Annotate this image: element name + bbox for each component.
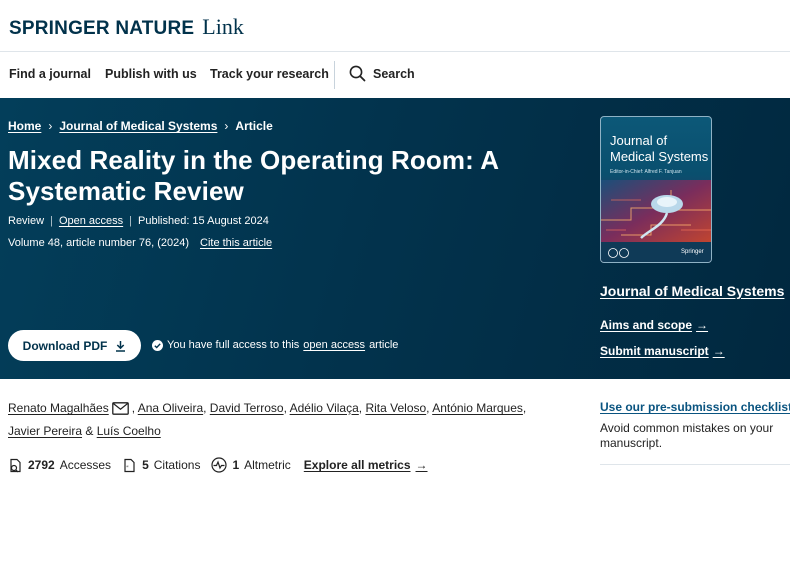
- citations-label: Citations: [153, 458, 201, 472]
- chevron-right-icon: ›: [48, 119, 53, 133]
- author-separator: &: [82, 424, 97, 438]
- arrow-right-icon: →: [712, 344, 725, 358]
- author-link[interactable]: Rita Veloso: [365, 401, 426, 415]
- logo-product-text: Link: [202, 14, 244, 39]
- accesses-metric: 2792 Accesses: [8, 458, 111, 473]
- cover-badges-icon: [608, 248, 629, 258]
- nav-publish-with-us[interactable]: Publish with us: [105, 67, 197, 81]
- citations-icon: “: [124, 458, 135, 472]
- nav-find-journal[interactable]: Find a journal: [9, 67, 91, 81]
- author-link[interactable]: Renato Magalhães: [8, 401, 109, 415]
- volume-info: Volume 48, article number 76, (2024): [8, 237, 189, 249]
- nav-track-research[interactable]: Track your research: [210, 67, 329, 81]
- access-prefix: You have full access to this: [167, 339, 300, 351]
- article-volume-row: Volume 48, article number 76, (2024) Cit…: [8, 237, 272, 249]
- breadcrumb-home[interactable]: Home: [8, 119, 41, 133]
- sidebar-divider: [600, 464, 790, 465]
- submit-manuscript-link[interactable]: Submit manuscript →: [600, 344, 725, 358]
- download-pdf-button[interactable]: Download PDF: [8, 330, 141, 361]
- search-label: Search: [373, 66, 415, 81]
- cover-publisher: Springer: [681, 249, 704, 255]
- aims-scope-label: Aims and scope: [600, 318, 693, 332]
- journal-cover[interactable]: Journal of Medical Systems Editor-in-Chi…: [600, 116, 712, 263]
- site-header: SPRINGER NATURE Link: [0, 0, 790, 52]
- access-open-access-link[interactable]: open access: [303, 339, 365, 351]
- nav-divider: [334, 61, 335, 89]
- altmetric-icon: [211, 457, 228, 473]
- breadcrumb-current: Article: [235, 119, 273, 133]
- cover-title: Journal of Medical Systems: [610, 133, 708, 165]
- main-nav: Find a journal Publish with us Track you…: [0, 52, 790, 98]
- breadcrumb-journal[interactable]: Journal of Medical Systems: [59, 119, 217, 133]
- logo-brand-text: SPRINGER NATURE: [9, 18, 195, 39]
- altmetric-label: Altmetric: [244, 458, 291, 472]
- cover-title-line1: Journal of: [610, 133, 668, 148]
- article-type: Review: [8, 215, 45, 227]
- cite-article-link[interactable]: Cite this article: [200, 237, 272, 249]
- explore-metrics-link[interactable]: Explore all metrics →: [304, 458, 428, 472]
- presubmission-checklist-promo: Use our pre-submission checklist → Avoid…: [600, 398, 790, 451]
- accesses-icon: [10, 458, 21, 472]
- citations-count: 5: [142, 458, 149, 472]
- article-metrics: 2792 Accesses “ 5 Citations 1 Altmetric …: [8, 457, 428, 473]
- accesses-label: Accesses: [59, 458, 112, 472]
- svg-text:“: “: [127, 466, 129, 472]
- published-date: Published: 15 August 2024: [138, 215, 269, 227]
- author-link[interactable]: António Marques: [432, 401, 523, 415]
- access-suffix: article: [369, 339, 399, 351]
- springer-nature-link-logo[interactable]: SPRINGER NATURE Link: [9, 14, 244, 40]
- author-separator: ,: [522, 401, 527, 415]
- sidebar-journal-title[interactable]: Journal of Medical Systems: [600, 283, 784, 299]
- accesses-count: 2792: [28, 458, 55, 472]
- presubmission-checklist-link[interactable]: Use our pre-submission checklist →: [600, 400, 790, 414]
- cover-title-line2: Medical Systems: [610, 149, 709, 164]
- altmetric-metric: 1 Altmetric: [211, 457, 291, 473]
- mail-icon[interactable]: [111, 402, 129, 415]
- author-link[interactable]: Adélio Vilaça: [290, 401, 359, 415]
- checklist-description: Avoid common mistakes on your manuscript…: [600, 421, 774, 450]
- checklist-link-label: Use our pre-submission checklist: [600, 400, 790, 414]
- article-hero: Home › Journal of Medical Systems › Arti…: [0, 98, 790, 379]
- article-title: Mixed Reality in the Operating Room: A S…: [8, 145, 499, 206]
- arrow-right-icon: →: [696, 318, 709, 332]
- author-link[interactable]: David Terroso: [210, 401, 284, 415]
- explore-metrics-label: Explore all metrics: [303, 458, 411, 472]
- aims-scope-link[interactable]: Aims and scope →: [600, 318, 708, 332]
- meta-separator: |: [129, 215, 132, 227]
- open-access-link[interactable]: Open access: [59, 215, 123, 227]
- citations-metric: “ 5 Citations: [122, 458, 200, 473]
- author-link[interactable]: Ana Oliveira: [138, 401, 203, 415]
- article-meta: Review | Open access | Published: 15 Aug…: [8, 215, 269, 227]
- author-separator: ,: [203, 401, 210, 415]
- meta-separator: |: [50, 215, 53, 227]
- chevron-right-icon: ›: [224, 119, 229, 133]
- author-link[interactable]: Luís Coelho: [97, 424, 161, 438]
- arrow-right-icon: →: [415, 458, 428, 472]
- download-icon: [116, 340, 126, 352]
- cover-subtitle: Editor-in-Chief: Alfred F. Tanjuan: [610, 169, 682, 175]
- cover-footer: Springer: [601, 242, 711, 262]
- submit-manuscript-label: Submit manuscript: [600, 344, 709, 358]
- check-circle-icon: [152, 339, 163, 351]
- author-list: Renato Magalhães, Ana Oliveira, David Te…: [8, 397, 548, 443]
- search-button[interactable]: Search: [349, 65, 415, 82]
- stethoscope-circuit-illustration: [601, 180, 711, 242]
- altmetric-count: 1: [232, 458, 240, 472]
- search-icon: [349, 65, 366, 82]
- breadcrumb: Home › Journal of Medical Systems › Arti…: [8, 119, 273, 133]
- full-access-note: You have full access to this open access…: [152, 339, 398, 351]
- download-pdf-label: Download PDF: [22, 338, 108, 353]
- author-link[interactable]: Javier Pereira: [8, 424, 82, 438]
